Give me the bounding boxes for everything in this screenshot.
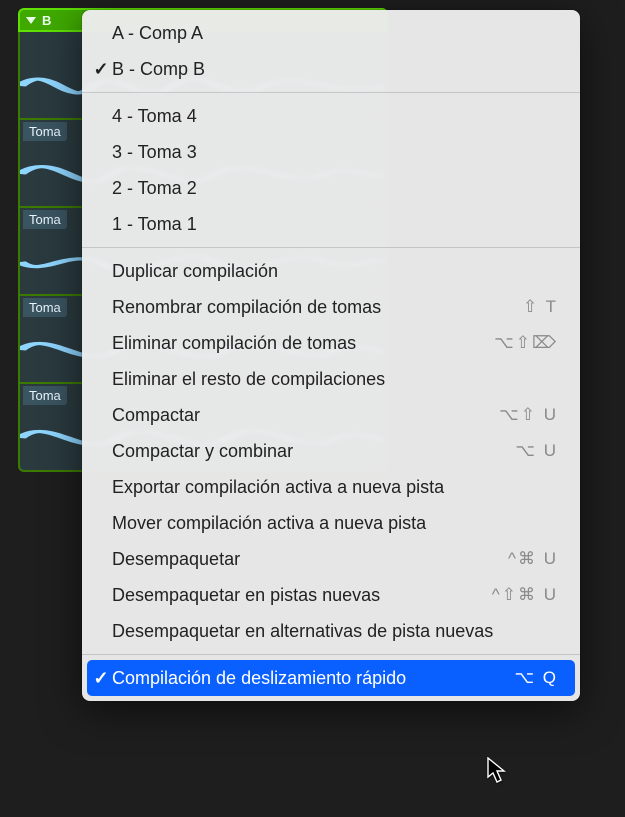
take-folder-context-menu: A - Comp A ✓ B - Comp B 4 - Toma 4 3 - T… [82,10,580,701]
menu-item-label: 1 - Toma 1 [112,214,558,235]
region-title: B [42,13,51,28]
menu-item-flatten-merge[interactable]: Compactar y combinar ⌥ U [82,433,580,469]
menu-item-label: Desempaquetar en pistas nuevas [112,585,492,606]
menu-separator [82,654,580,655]
menu-item-flatten[interactable]: Compactar ⌥⇧ U [82,397,580,433]
menu-separator [82,247,580,248]
menu-item-label: A - Comp A [112,23,558,44]
menu-item-shortcut: ⌥ Q [514,668,558,688]
menu-item-label: 4 - Toma 4 [112,106,558,127]
menu-item-take-3[interactable]: 3 - Toma 3 [82,134,580,170]
menu-item-move-comp[interactable]: Mover compilación activa a nueva pista [82,505,580,541]
menu-item-shortcut: ⇧ T [523,297,558,317]
checkmark-icon: ✓ [90,668,112,689]
menu-item-label: Exportar compilación activa a nueva pist… [112,477,558,498]
menu-item-label: Mover compilación activa a nueva pista [112,513,558,534]
menu-item-export-comp[interactable]: Exportar compilación activa a nueva pist… [82,469,580,505]
menu-item-label: Eliminar el resto de compilaciones [112,369,558,390]
menu-item-label: Renombrar compilación de tomas [112,297,523,318]
menu-item-label: B - Comp B [112,59,558,80]
menu-item-duplicate-comp[interactable]: Duplicar compilación [82,253,580,289]
menu-item-quick-swipe-comping[interactable]: ✓ Compilación de deslizamiento rápido ⌥ … [87,660,575,696]
menu-item-label: 3 - Toma 3 [112,142,558,163]
take-label: Toma [23,386,67,405]
menu-item-label: Compactar [112,405,499,426]
menu-item-delete-comp[interactable]: Eliminar compilación de tomas ⌥⇧⌦ [82,325,580,361]
menu-item-label: Desempaquetar [112,549,508,570]
menu-item-unpack[interactable]: Desempaquetar ^⌘ U [82,541,580,577]
menu-item-comp-a[interactable]: A - Comp A [82,15,580,51]
menu-item-label: Eliminar compilación de tomas [112,333,494,354]
menu-item-rename-comp[interactable]: Renombrar compilación de tomas ⇧ T [82,289,580,325]
menu-item-shortcut: ⌥⇧ U [499,405,558,425]
menu-item-take-1[interactable]: 1 - Toma 1 [82,206,580,242]
checkmark-icon: ✓ [90,59,112,80]
menu-item-take-2[interactable]: 2 - Toma 2 [82,170,580,206]
menu-item-label: 2 - Toma 2 [112,178,558,199]
mouse-cursor-icon [487,757,507,785]
menu-item-take-4[interactable]: 4 - Toma 4 [82,98,580,134]
take-label: Toma [23,122,67,141]
menu-item-unpack-new-tracks[interactable]: Desempaquetar en pistas nuevas ^⇧⌘ U [82,577,580,613]
menu-item-shortcut: ⌥ U [515,441,558,461]
menu-item-delete-other-comps[interactable]: Eliminar el resto de compilaciones [82,361,580,397]
menu-separator [82,92,580,93]
take-label: Toma [23,298,67,317]
menu-item-label: Compactar y combinar [112,441,515,462]
disclosure-triangle-icon[interactable] [26,17,36,24]
menu-item-shortcut: ^⇧⌘ U [492,585,558,605]
menu-item-shortcut: ⌥⇧⌦ [494,333,558,353]
menu-item-label: Desempaquetar en alternativas de pista n… [112,621,558,642]
menu-item-label: Compilación de deslizamiento rápido [112,668,514,689]
menu-item-shortcut: ^⌘ U [508,549,558,569]
menu-item-comp-b[interactable]: ✓ B - Comp B [82,51,580,87]
take-label: Toma [23,210,67,229]
menu-item-label: Duplicar compilación [112,261,558,282]
menu-item-unpack-track-alternatives[interactable]: Desempaquetar en alternativas de pista n… [82,613,580,649]
